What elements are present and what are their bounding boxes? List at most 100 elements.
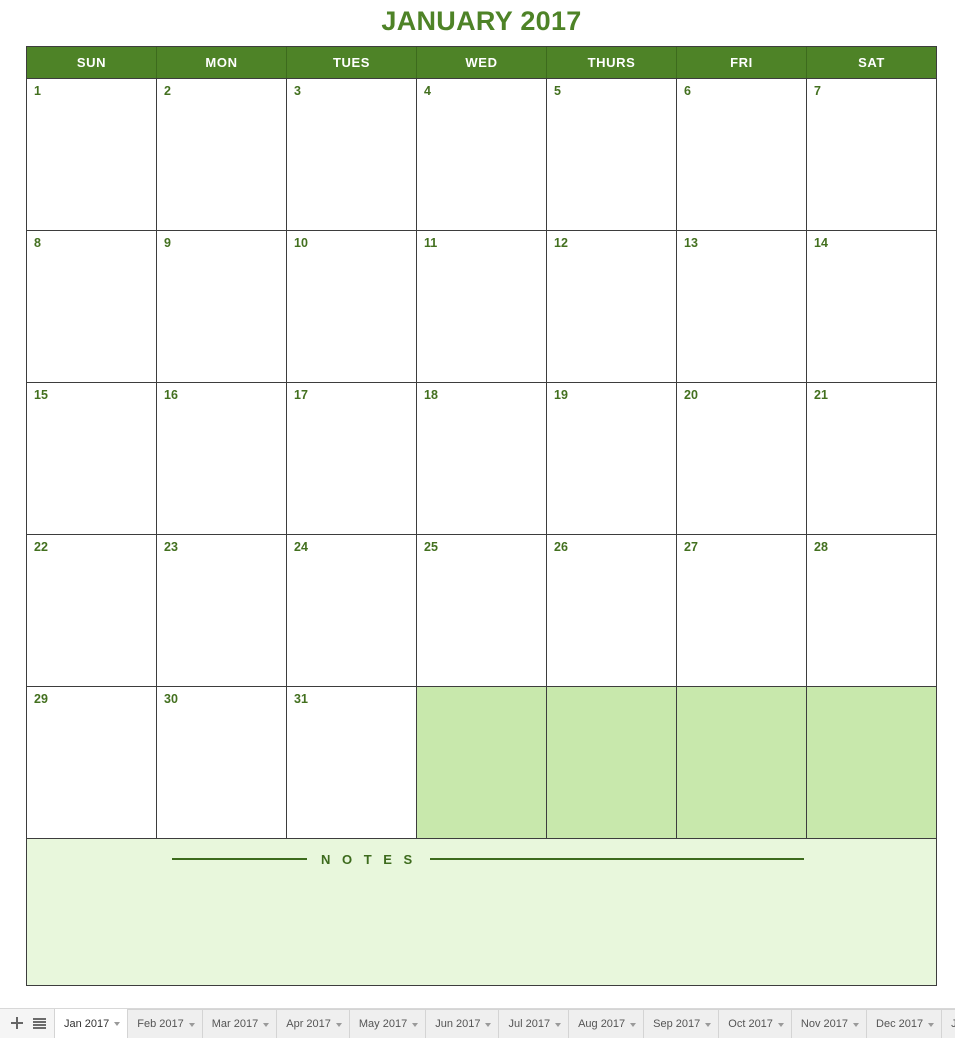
- chevron-down-icon[interactable]: [412, 1022, 419, 1027]
- day-cell-empty[interactable]: [677, 687, 807, 838]
- day-cell-31[interactable]: 31: [287, 687, 417, 838]
- chevron-down-icon[interactable]: [705, 1022, 712, 1027]
- day-cell-16[interactable]: 16: [157, 383, 287, 534]
- notes-section: N O T E S: [27, 838, 936, 985]
- sheet-tab-label: Sep 2017: [653, 1018, 701, 1030]
- weekday-header-sun: SUN: [27, 47, 157, 78]
- notes-body[interactable]: [27, 879, 936, 985]
- calendar-grid: SUN MON TUES WED THURS FRI SAT 1 2 3 4 5 6 7 8 9 10 11 12…: [26, 46, 937, 986]
- day-number: 10: [294, 236, 308, 250]
- add-sheet-button[interactable]: [6, 1012, 28, 1034]
- sheet-tab-mar-2017[interactable]: Mar 2017: [201, 1009, 278, 1038]
- day-cell-empty[interactable]: [417, 687, 547, 838]
- day-cell-1[interactable]: 1: [27, 79, 157, 230]
- chevron-down-icon[interactable]: [630, 1022, 637, 1027]
- day-cell-empty[interactable]: [547, 687, 677, 838]
- sheet-tab-nov-2017[interactable]: Nov 2017: [790, 1009, 868, 1038]
- day-number: 6: [684, 84, 691, 98]
- sheet-tab-bar: Jan 2017 Feb 2017 Mar 2017 Apr 2017 May 2017…: [0, 1008, 955, 1038]
- sheet-tab-aug-2017[interactable]: Aug 2017: [568, 1009, 645, 1038]
- day-cell-7[interactable]: 7: [807, 79, 936, 230]
- day-cell-20[interactable]: 20: [677, 383, 807, 534]
- day-cell-18[interactable]: 18: [417, 383, 547, 534]
- day-cell-19[interactable]: 19: [547, 383, 677, 534]
- day-cell-10[interactable]: 10: [287, 231, 417, 382]
- day-cell-24[interactable]: 24: [287, 535, 417, 686]
- day-number: 1: [34, 84, 41, 98]
- day-number: 19: [554, 388, 568, 402]
- sheet-tab-label: Jul 2017: [508, 1018, 551, 1030]
- page-title: JANUARY 2017: [381, 6, 582, 36]
- sheet-tab-dec-2017[interactable]: Dec 2017: [866, 1009, 943, 1038]
- day-cell-9[interactable]: 9: [157, 231, 287, 382]
- chevron-down-icon[interactable]: [263, 1022, 270, 1027]
- chevron-down-icon[interactable]: [335, 1022, 342, 1027]
- day-number: 28: [814, 540, 828, 554]
- weekday-header-wed: WED: [417, 47, 547, 78]
- sheet-tab-jan-2018[interactable]: Jan 2018: [941, 1009, 955, 1038]
- day-cell-30[interactable]: 30: [157, 687, 287, 838]
- sheet-tab-label: Jun 2017: [435, 1018, 481, 1030]
- notes-header: N O T E S: [27, 839, 936, 879]
- chevron-down-icon[interactable]: [114, 1022, 121, 1026]
- sheet-tab-jun-2017[interactable]: Jun 2017: [425, 1009, 500, 1038]
- day-cell-13[interactable]: 13: [677, 231, 807, 382]
- sheet-tab-label: Mar 2017: [211, 1018, 259, 1030]
- weekday-header-mon: MON: [157, 47, 287, 78]
- sheet-tab-feb-2017[interactable]: Feb 2017: [127, 1009, 203, 1038]
- day-cell-29[interactable]: 29: [27, 687, 157, 838]
- notes-label: N O T E S: [321, 851, 417, 867]
- day-cell-5[interactable]: 5: [547, 79, 677, 230]
- sheet-tab-label: Jan 2018: [951, 1018, 955, 1030]
- list-icon: [32, 1017, 46, 1029]
- day-cell-8[interactable]: 8: [27, 231, 157, 382]
- day-number: 9: [164, 236, 171, 250]
- chevron-down-icon[interactable]: [777, 1022, 784, 1027]
- sheet-tab-label: Nov 2017: [800, 1018, 849, 1030]
- sheet-tab-label: Jan 2017: [64, 1017, 110, 1030]
- day-cell-22[interactable]: 22: [27, 535, 157, 686]
- day-cell-25[interactable]: 25: [417, 535, 547, 686]
- day-number: 15: [34, 388, 48, 402]
- all-sheets-button[interactable]: [28, 1012, 50, 1034]
- day-cell-2[interactable]: 2: [157, 79, 287, 230]
- weekday-header-thurs: THURS: [547, 47, 677, 78]
- chevron-down-icon[interactable]: [485, 1022, 492, 1027]
- day-number: 23: [164, 540, 178, 554]
- sheet-tab-label: Apr 2017: [286, 1018, 331, 1030]
- day-cell-6[interactable]: 6: [677, 79, 807, 230]
- day-cell-3[interactable]: 3: [287, 79, 417, 230]
- sheet-tab-jul-2017[interactable]: Jul 2017: [498, 1009, 570, 1038]
- sheet-tab-sep-2017[interactable]: Sep 2017: [643, 1009, 720, 1038]
- chevron-down-icon[interactable]: [928, 1022, 935, 1027]
- sheet-tab-label: Aug 2017: [578, 1018, 626, 1030]
- day-cell-15[interactable]: 15: [27, 383, 157, 534]
- day-cell-26[interactable]: 26: [547, 535, 677, 686]
- day-cell-12[interactable]: 12: [547, 231, 677, 382]
- calendar-weeks: 1 2 3 4 5 6 7 8 9 10 11 12 13 14 15 16 17 18 19 20 21 22 23 24 2…: [27, 78, 936, 838]
- tab-tools: [0, 1009, 54, 1038]
- sheet-tab-may-2017[interactable]: May 2017: [348, 1009, 427, 1038]
- weekday-header-row: SUN MON TUES WED THURS FRI SAT: [27, 46, 936, 78]
- chevron-down-icon[interactable]: [853, 1022, 860, 1027]
- day-number: 24: [294, 540, 308, 554]
- day-number: 20: [684, 388, 698, 402]
- day-cell-11[interactable]: 11: [417, 231, 547, 382]
- sheet-tab-jan-2017[interactable]: Jan 2017: [54, 1009, 129, 1038]
- day-cell-23[interactable]: 23: [157, 535, 287, 686]
- day-cell-28[interactable]: 28: [807, 535, 936, 686]
- chevron-down-icon[interactable]: [188, 1022, 195, 1027]
- day-number: 22: [34, 540, 48, 554]
- day-cell-4[interactable]: 4: [417, 79, 547, 230]
- day-cell-17[interactable]: 17: [287, 383, 417, 534]
- day-cell-empty[interactable]: [807, 687, 936, 838]
- calendar-page: JANUARY 2017 SUN MON TUES WED THURS FRI SAT 12…: [0, 0, 955, 1038]
- day-number: 7: [814, 84, 821, 98]
- day-cell-27[interactable]: 27: [677, 535, 807, 686]
- sheet-tab-apr-2017[interactable]: Apr 2017: [276, 1009, 350, 1038]
- day-number: 26: [554, 540, 568, 554]
- day-cell-21[interactable]: 21: [807, 383, 936, 534]
- chevron-down-icon[interactable]: [555, 1022, 562, 1027]
- day-cell-14[interactable]: 14: [807, 231, 936, 382]
- sheet-tab-oct-2017[interactable]: Oct 2017: [718, 1009, 792, 1038]
